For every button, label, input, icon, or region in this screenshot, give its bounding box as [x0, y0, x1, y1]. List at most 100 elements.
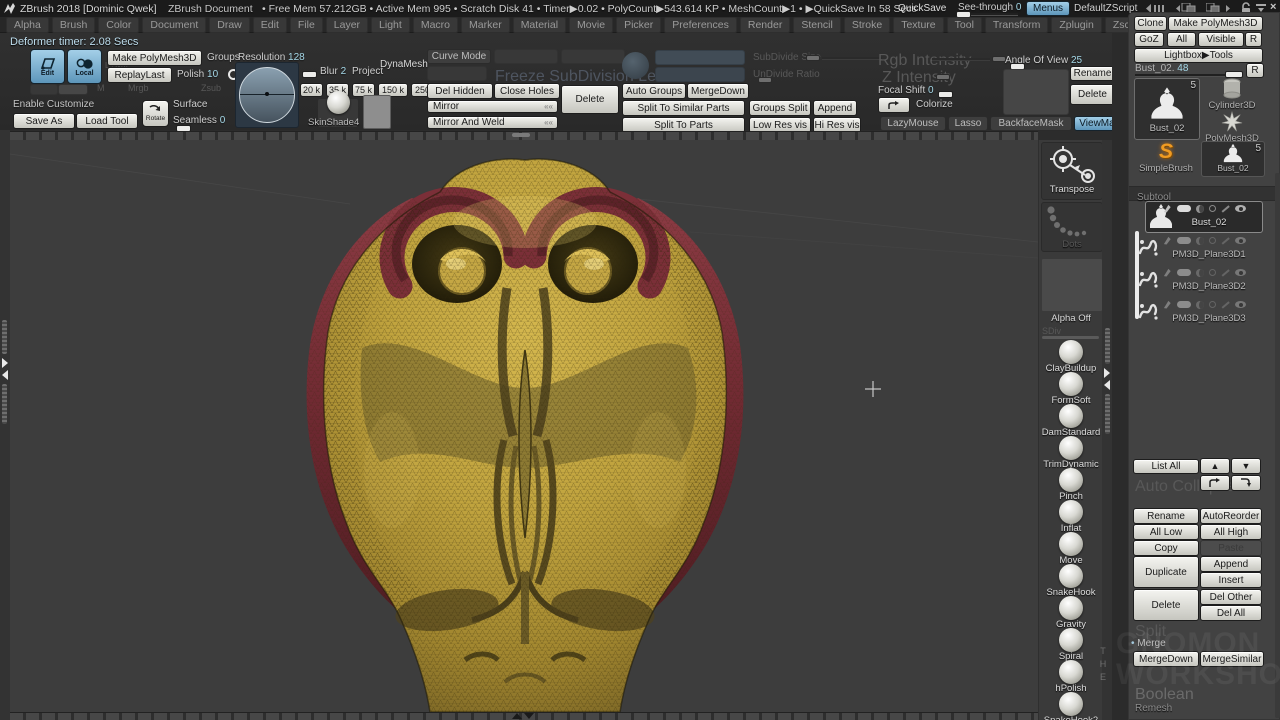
move-down-hierarchy-button[interactable] — [1231, 475, 1261, 491]
bottom-tray-up-icon[interactable] — [512, 713, 522, 719]
project-toggle[interactable]: Project — [352, 66, 383, 77]
polypaint-brush-icon[interactable] — [1163, 236, 1172, 245]
defaultzscript-button[interactable]: DefaultZScript — [1074, 3, 1137, 14]
active-tool-handle[interactable] — [1225, 71, 1243, 78]
brush-snakehook2[interactable]: SnakeHook2 — [1039, 692, 1103, 720]
duplicate-button[interactable]: Duplicate — [1133, 556, 1199, 588]
zsub-toggle[interactable]: Zsub — [201, 83, 221, 93]
rgb-intensity-handle[interactable] — [992, 56, 1006, 62]
menu-transform[interactable]: Transform — [985, 17, 1048, 33]
tool-thumb-cylinder3d[interactable]: Cylinder3D — [1201, 78, 1263, 110]
colorize-arrow-button[interactable] — [878, 97, 910, 113]
brush-snakehook[interactable]: SnakeHook — [1039, 564, 1103, 596]
brush-claybuildup[interactable]: ClayBuildup — [1039, 340, 1103, 372]
slash-icon[interactable] — [1222, 301, 1230, 308]
load-tool-button[interactable]: Load Tool — [76, 113, 138, 129]
left-tray-close-icon[interactable] — [2, 370, 8, 380]
subtool-append-button[interactable]: Append — [1200, 556, 1262, 572]
menu-texture[interactable]: Texture — [893, 17, 943, 33]
focal-shift-handle[interactable] — [938, 91, 953, 98]
brush-hpolish[interactable]: hPolish — [1039, 660, 1103, 692]
blur-slider[interactable]: Blur 2 — [320, 66, 346, 77]
visibility-eye-icon[interactable] — [1235, 269, 1246, 276]
menu-brush[interactable]: Brush — [52, 17, 95, 33]
top-tray-divider-grip[interactable] — [512, 133, 530, 137]
circle-icon[interactable] — [1209, 205, 1216, 212]
menu-marker[interactable]: Marker — [461, 17, 510, 33]
polypaint-toggle-icon[interactable] — [1177, 237, 1191, 244]
right-tray-close-icon[interactable] — [1104, 380, 1110, 390]
menu-macro[interactable]: Macro — [413, 17, 458, 33]
lazymouse-button[interactable]: LazyMouse — [880, 116, 946, 131]
sdiv-slider[interactable]: SDiv — [1042, 326, 1061, 336]
blur-handle[interactable] — [302, 71, 317, 78]
brush-pinch[interactable]: Pinch — [1039, 468, 1103, 500]
alpha-slot[interactable] — [1041, 258, 1103, 312]
quicksave-button[interactable]: QuickSave — [898, 3, 946, 14]
del-all-button[interactable]: Del All — [1200, 605, 1262, 621]
crescent-icon[interactable] — [1196, 237, 1204, 245]
undivide-ratio-handle[interactable] — [758, 77, 772, 83]
r2-button[interactable]: R — [1246, 63, 1264, 78]
all-button[interactable]: All — [1167, 32, 1196, 47]
slash-icon[interactable] — [1222, 205, 1230, 212]
polish-slider[interactable]: Polish 10 — [177, 69, 218, 80]
append-button[interactable]: Append — [813, 100, 857, 116]
polypaint-brush-icon[interactable] — [1163, 268, 1172, 277]
clone-button[interactable]: Clone — [1134, 16, 1167, 31]
m-toggle[interactable]: M — [97, 83, 105, 93]
mirror-and-weld-button[interactable]: Mirror And Weld«« — [427, 116, 558, 129]
left-tray-grip-top[interactable] — [2, 320, 7, 354]
menu-material[interactable]: Material — [513, 17, 566, 33]
lasso-button[interactable]: Lasso — [948, 116, 988, 131]
backfacemask-button[interactable]: BackfaceMask — [990, 116, 1072, 131]
make-polymesh3d-tool-button[interactable]: Make PolyMesh3D — [1168, 16, 1263, 31]
subdivide-size-handle[interactable] — [806, 55, 820, 61]
r-button[interactable]: R — [1245, 32, 1262, 47]
subtool-item-pm3d_plane3d2[interactable]: PM3D_Plane3D2 — [1129, 265, 1279, 296]
menu-stencil[interactable]: Stencil — [793, 17, 841, 33]
delete-button[interactable]: Delete — [561, 85, 619, 114]
colorize-toggle[interactable]: Colorize — [916, 99, 953, 110]
split-to-similar-button[interactable]: Split To Similar Parts — [622, 100, 745, 116]
dim-button[interactable] — [655, 50, 745, 65]
autoreorder-button[interactable]: AutoReorder — [1200, 508, 1262, 524]
z-intensity-handle[interactable] — [936, 74, 950, 80]
groups-split-button[interactable]: Groups Split — [749, 100, 811, 116]
save-as-button[interactable]: Save As — [13, 113, 75, 129]
curve-mode-button[interactable]: Curve Mode — [427, 49, 491, 64]
edit-button[interactable]: Edit — [30, 49, 65, 84]
sdiv-track[interactable] — [1042, 336, 1099, 339]
tool-thumb-bust02[interactable]: 5 Bust_02 — [1134, 78, 1200, 140]
dim-button[interactable] — [58, 84, 88, 95]
mirror-button[interactable]: Mirror«« — [427, 100, 558, 113]
all-high-button[interactable]: All High — [1200, 524, 1262, 540]
subdivide-size-track[interactable] — [822, 57, 882, 60]
dim-button[interactable] — [655, 67, 745, 82]
polypaint-brush-icon[interactable] — [1163, 300, 1172, 309]
mrgb-toggle[interactable]: Mrgb — [128, 83, 149, 93]
dynamesh-header[interactable]: DynaMesh — [380, 59, 428, 70]
focal-curve-widget[interactable] — [235, 62, 299, 128]
brush-trimdynamic[interactable]: TrimDynamic — [1039, 436, 1103, 468]
insert-button[interactable]: Insert — [1200, 572, 1262, 588]
subtool-item-bust_02[interactable]: Bust_02 — [1129, 201, 1279, 232]
bottom-tray-down-icon[interactable] — [524, 713, 534, 719]
subtool-item-pm3d_plane3d3[interactable]: PM3D_Plane3D3 — [1129, 297, 1279, 328]
menu-preferences[interactable]: Preferences — [664, 17, 737, 33]
enable-customize-toggle[interactable]: Enable Customize — [13, 99, 94, 110]
right-tray-open-icon[interactable] — [1104, 368, 1110, 378]
circle-icon[interactable] — [1209, 269, 1216, 276]
delete-mask-button[interactable]: Delete — [1070, 84, 1115, 105]
polypaint-toggle-icon[interactable] — [1177, 269, 1191, 276]
del-other-button[interactable]: Del Other — [1200, 589, 1262, 605]
dim-button[interactable] — [494, 49, 558, 64]
mergedown-button[interactable]: MergeDown — [687, 83, 749, 99]
subtool-delete-button[interactable]: Delete — [1133, 589, 1199, 621]
copy-button[interactable]: Copy — [1133, 540, 1199, 556]
visibility-eye-icon[interactable] — [1235, 237, 1246, 244]
rename-button[interactable]: Rename — [1070, 66, 1115, 81]
color-swatch[interactable] — [363, 95, 391, 129]
replaylast-button[interactable]: ReplayLast — [107, 67, 172, 83]
left-tray-open-icon[interactable] — [2, 358, 8, 368]
